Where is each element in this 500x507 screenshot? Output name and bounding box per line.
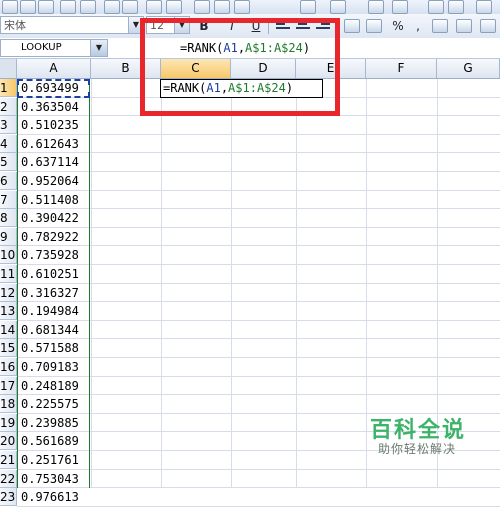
- row-header[interactable]: 21: [0, 451, 17, 469]
- row-header[interactable]: 12: [0, 283, 17, 302]
- spelling-icon[interactable]: [146, 0, 162, 14]
- watermark-logo: 百科全说 助你轻松解决: [352, 412, 472, 464]
- row-header[interactable]: 1: [0, 79, 17, 97]
- autosum-icon[interactable]: [392, 0, 408, 14]
- indent-icon[interactable]: [480, 19, 496, 33]
- redo-icon[interactable]: [330, 0, 346, 14]
- row-header[interactable]: 17: [0, 376, 17, 395]
- paste-icon[interactable]: [234, 0, 250, 14]
- referenced-cell-a1: [17, 79, 90, 98]
- referenced-range-a1-a24: [17, 79, 90, 488]
- row-header[interactable]: 15: [0, 339, 17, 358]
- row-header[interactable]: 4: [0, 134, 17, 153]
- select-all-corner[interactable]: [0, 59, 17, 78]
- percent-style-button[interactable]: %: [388, 17, 408, 35]
- currency-icon[interactable]: [366, 19, 382, 33]
- merge-center-icon[interactable]: [344, 19, 360, 33]
- name-box-dropdown-icon[interactable]: ▼: [90, 40, 107, 56]
- email-icon[interactable]: [80, 0, 96, 14]
- row-header[interactable]: 5: [0, 153, 17, 172]
- print-icon[interactable]: [104, 0, 120, 14]
- permission-icon[interactable]: [60, 0, 76, 14]
- row-header[interactable]: 19: [0, 413, 17, 432]
- column-header-g[interactable]: G: [437, 59, 500, 78]
- row-header[interactable]: 7: [0, 190, 17, 209]
- row-header[interactable]: 13: [0, 302, 17, 321]
- annotation-highlight-box: [140, 18, 340, 116]
- font-name-select[interactable]: 宋体 ▼: [0, 16, 144, 34]
- cut-icon[interactable]: [194, 0, 210, 14]
- decrease-decimal-icon[interactable]: [456, 19, 472, 33]
- save-icon[interactable]: [38, 0, 54, 14]
- copy-icon[interactable]: [214, 0, 230, 14]
- preview-icon[interactable]: [122, 0, 138, 14]
- row-header[interactable]: 16: [0, 358, 17, 376]
- standard-toolbar: [0, 0, 500, 15]
- increase-decimal-icon[interactable]: [432, 19, 448, 33]
- row-header[interactable]: 6: [0, 172, 17, 190]
- sort-ascending-icon[interactable]: [428, 0, 444, 14]
- row-header[interactable]: 9: [0, 227, 17, 246]
- row-header[interactable]: 2: [0, 97, 17, 116]
- open-icon[interactable]: [20, 0, 36, 14]
- new-icon[interactable]: [2, 0, 18, 14]
- row-header[interactable]: 18: [0, 395, 17, 414]
- comma-style-button[interactable]: ,: [408, 17, 428, 35]
- column-header-a[interactable]: A: [17, 59, 91, 78]
- font-name-value: 宋体: [4, 19, 26, 32]
- hyperlink-icon[interactable]: [368, 0, 384, 14]
- row-header[interactable]: 8: [0, 209, 17, 228]
- row-header[interactable]: 10: [0, 246, 17, 265]
- row-header[interactable]: 22: [0, 469, 17, 488]
- row-header[interactable]: 23: [0, 488, 17, 507]
- row-header[interactable]: 20: [0, 432, 17, 451]
- row-header[interactable]: 11: [0, 265, 17, 283]
- name-box[interactable]: LOOKUP ▼: [0, 39, 108, 57]
- chart-wizard-icon[interactable]: [476, 0, 492, 14]
- column-header-f[interactable]: F: [366, 59, 437, 78]
- name-box-value: LOOKUP: [21, 42, 62, 53]
- row-header[interactable]: 14: [0, 320, 17, 339]
- row-header[interactable]: 3: [0, 116, 17, 135]
- sort-descending-icon[interactable]: [448, 0, 464, 14]
- cell-a-value[interactable]: 0.976613: [21, 488, 79, 506]
- watermark-subtitle: 助你轻松解决: [378, 442, 457, 456]
- research-icon[interactable]: [166, 0, 182, 14]
- undo-icon[interactable]: [300, 0, 316, 14]
